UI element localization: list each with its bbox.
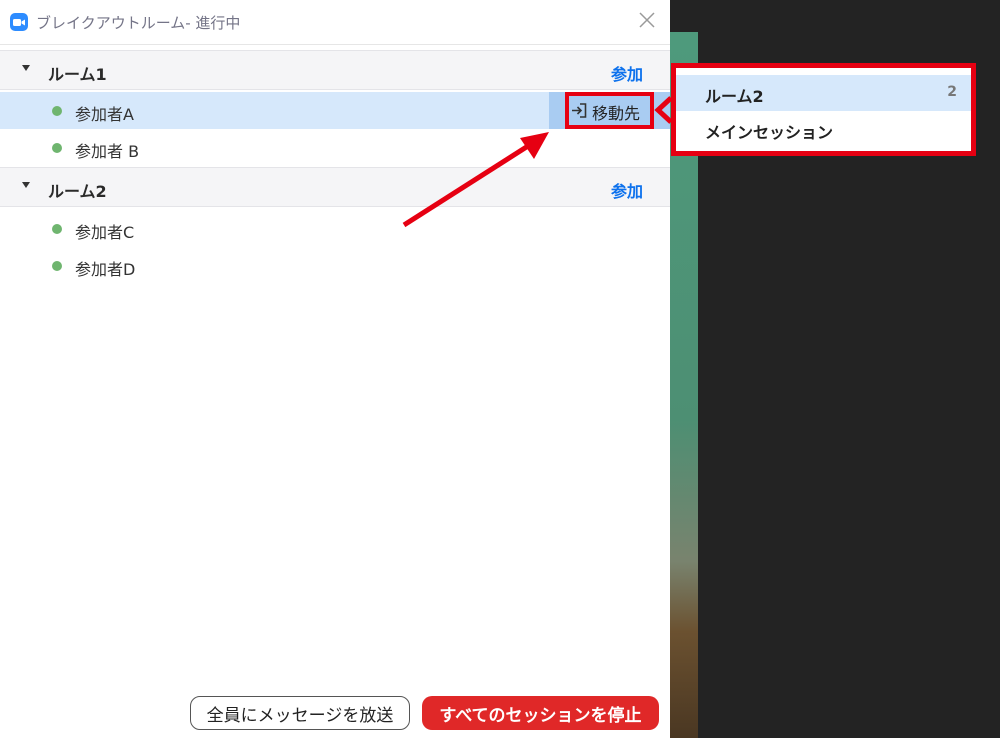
- participant-row-c[interactable]: 参加者C: [0, 210, 670, 247]
- status-dot: [52, 106, 62, 116]
- participant-row-d[interactable]: 参加者D: [0, 247, 670, 284]
- status-dot: [52, 261, 62, 271]
- status-dot: [52, 224, 62, 234]
- join-room2-link[interactable]: 参加: [611, 178, 643, 202]
- breakout-rooms-panel: ブレイクアウトルーム- 進行中 ルーム1 参加 参加者A 移動先 参加者 B ル…: [0, 0, 670, 738]
- move-to-menu: ルーム2 2 メインセッション: [676, 73, 971, 151]
- participant-name: 参加者 B: [75, 142, 140, 161]
- participant-name: 参加者A: [75, 105, 134, 124]
- join-room1-link[interactable]: 参加: [611, 61, 643, 85]
- caret-down-icon[interactable]: [22, 182, 30, 188]
- broadcast-message-button[interactable]: 全員にメッセージを放送: [190, 696, 410, 730]
- participant-name: 参加者D: [75, 260, 136, 279]
- zoom-camera-icon: [10, 13, 28, 31]
- close-icon: [639, 12, 655, 28]
- window-title: ブレイクアウトルーム- 進行中: [36, 14, 241, 32]
- caret-down-icon[interactable]: [22, 65, 30, 71]
- room-name: ルーム2: [48, 182, 107, 201]
- menu-item-label: メインセッション: [705, 123, 834, 142]
- room-header-room1[interactable]: ルーム1 参加: [0, 50, 670, 90]
- participant-name: 参加者C: [75, 223, 135, 242]
- menu-item-label: ルーム2: [705, 87, 764, 106]
- room-name: ルーム1: [48, 65, 107, 84]
- room-header-room2[interactable]: ルーム2 参加: [0, 167, 670, 207]
- move-to-highlight-frame: [565, 92, 654, 129]
- title-bar: ブレイクアウトルーム- 進行中: [0, 0, 670, 45]
- menu-item-room2[interactable]: ルーム2 2: [676, 75, 971, 111]
- status-dot: [52, 143, 62, 153]
- menu-item-main-session[interactable]: メインセッション: [676, 111, 971, 147]
- participant-row-b[interactable]: 参加者 B: [0, 129, 670, 166]
- stop-all-sessions-button[interactable]: すべてのセッションを停止: [422, 696, 659, 730]
- menu-item-count: 2: [947, 84, 957, 100]
- close-button[interactable]: [636, 9, 658, 31]
